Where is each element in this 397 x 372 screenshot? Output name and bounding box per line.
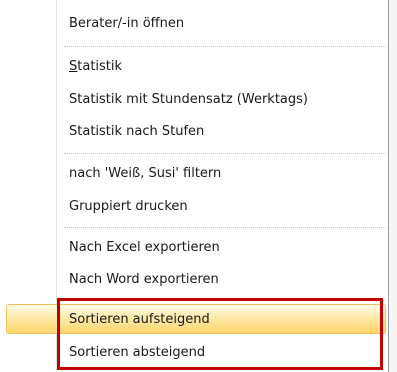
menu-item-label: Nach Excel exportieren [69, 240, 220, 255]
menu-item-export-excel[interactable]: Nach Excel exportieren [58, 234, 387, 262]
menu-item-grouped-print[interactable]: Gruppiert drucken [58, 193, 387, 221]
background-strip [389, 0, 397, 372]
menu-item-label: Gruppiert drucken [69, 199, 188, 214]
menu-separator [64, 46, 386, 47]
menu-separator [64, 227, 386, 228]
annotation-highlight-box [57, 298, 383, 370]
menu-item-filter[interactable]: nach 'Weiß, Susi' filtern [58, 160, 387, 188]
menu-separator [64, 153, 386, 154]
menu-item-label: nach 'Weiß, Susi' filtern [69, 166, 222, 181]
context-menu: Berater/-in öffnen Statistik Statistik m… [0, 0, 389, 372]
menu-item-statistik[interactable]: Statistik [58, 53, 387, 81]
menu-item-label: Berater/-in öffnen [69, 16, 185, 31]
menu-item-export-word[interactable]: Nach Word exportieren [58, 266, 387, 294]
menu-item-statistik-stufen[interactable]: Statistik nach Stufen [58, 118, 387, 146]
menu-item-statistik-stundensatz[interactable]: Statistik mit Stundensatz (Werktags) [58, 86, 387, 114]
menu-item-open-advisor[interactable]: Berater/-in öffnen [58, 10, 387, 38]
menu-item-label: tatistik [77, 59, 123, 74]
menu-item-label: Statistik nach Stufen [69, 124, 205, 139]
menu-item-label: Statistik mit Stundensatz (Werktags) [69, 92, 308, 107]
menu-item-label: Nach Word exportieren [69, 272, 219, 287]
